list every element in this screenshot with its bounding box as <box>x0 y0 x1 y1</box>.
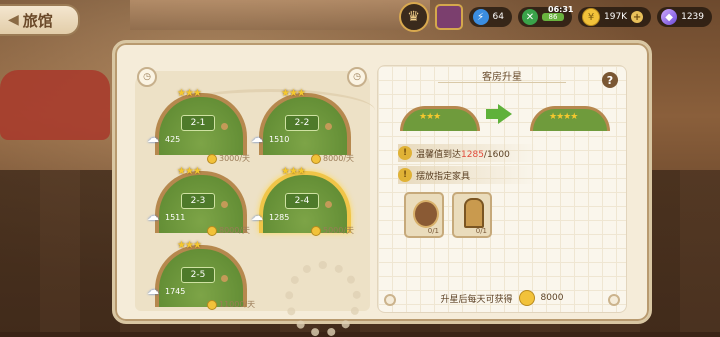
requirement-furniture: ! 摆放指定家具 <box>398 166 538 184</box>
clock-icon: ◷ <box>137 67 157 87</box>
title-divider <box>438 82 566 83</box>
back-arrow-icon: ◀ <box>8 12 19 28</box>
room-price-text: 3000/天 <box>219 154 251 163</box>
coin-icon <box>207 153 217 164</box>
upgrade-panel: 客房升星 ? ★★★ ★★★★ ! 温馨值到达1285/1600 ! 摆放指定家… <box>377 65 627 313</box>
arrow-right-icon <box>498 104 512 124</box>
trophy-furniture-icon <box>464 198 484 228</box>
furniture-slot-trophy[interactable]: 0/1 <box>452 192 492 238</box>
room-number: 2-3 <box>181 193 215 209</box>
help-button[interactable]: ? <box>602 72 618 88</box>
inn-panel: ◷ ◷ ★★★ 2-1 ☁ 425 3000/天 ★★★ 2-2 ☁ 1510 … <box>112 40 652 337</box>
furniture-count: 0/1 <box>427 227 439 235</box>
room-stars: ★★★ <box>281 166 306 177</box>
room-dot <box>221 275 228 282</box>
gem-value: 1239 <box>681 12 704 22</box>
energy-value: 64 <box>492 12 504 22</box>
background-shelf <box>130 0 430 30</box>
room-number: 2-2 <box>285 115 319 131</box>
food-stat[interactable]: 06:31 ✕ 86 <box>518 5 574 27</box>
furniture-slot-clock[interactable]: 0/1 <box>404 192 444 238</box>
clock-furniture-icon <box>413 200 439 228</box>
room-dot <box>221 123 228 130</box>
gold-stat[interactable]: ¥ 197K + <box>578 7 652 27</box>
background-sofa <box>0 70 110 140</box>
upgrade-title: 客房升星 <box>482 72 522 83</box>
req-warmth-text: 温馨值到达1285/1600 <box>416 149 510 160</box>
room-warmth: 1511 <box>165 213 186 222</box>
coin-icon <box>311 153 321 164</box>
next-star-badge: ★★★★ <box>530 106 610 131</box>
reward-value: 8000 <box>540 293 564 303</box>
rainbow-cloud-icon: ☁ <box>147 131 159 145</box>
room-warmth: 1285 <box>269 213 290 222</box>
room-list: ◷ ◷ ★★★ 2-1 ☁ 425 3000/天 ★★★ 2-2 ☁ 1510 … <box>135 67 375 337</box>
gold-value: 197K <box>604 12 628 22</box>
room-price: 5000/天 <box>311 225 354 236</box>
rainbow-cloud-icon: ☁ <box>147 209 159 223</box>
room-price-text: 5000/天 <box>323 226 355 235</box>
page-title: 旅馆 <box>22 11 53 30</box>
room-stars: ★★★ <box>281 88 306 99</box>
back-button[interactable]: ◀ 旅馆 <box>0 4 80 36</box>
rainbow-cloud-icon: ☁ <box>251 209 263 223</box>
coin-icon <box>311 225 321 236</box>
room-stars: ★★★ <box>177 166 202 177</box>
room-price-text: 8000/天 <box>323 154 355 163</box>
current-stars: ★★★ <box>419 112 441 122</box>
reward-label: 升星后每天可获得 <box>440 294 513 305</box>
fork-knife-icon: ✕ <box>522 9 538 25</box>
room-warmth: 1510 <box>269 135 290 144</box>
room-price: 8000/天 <box>311 153 354 164</box>
lightning-icon: ⚡ <box>472 9 489 25</box>
food-value: 86 <box>542 13 564 21</box>
arrow-right-icon-tail <box>486 109 498 119</box>
upgrade-reward: 升星后每天可获得 8000 <box>378 290 626 306</box>
gear-decoration <box>285 261 361 337</box>
coin-icon: ¥ <box>582 8 600 26</box>
requirement-warmth: ! 温馨值到达1285/1600 <box>398 144 538 162</box>
gem-stat[interactable]: ◆ 1239 <box>657 7 712 27</box>
room-number: 2-1 <box>181 115 215 131</box>
top-resource-bar: ♛ ⚡ 64 06:31 ✕ 86 ¥ 197K + ◆ 1239 <box>398 2 712 32</box>
clock-icon: ◷ <box>347 67 367 87</box>
room-stars: ★★★ <box>177 88 202 99</box>
energy-stat[interactable]: ⚡ 64 <box>468 7 512 27</box>
room-price: 3000/天 <box>207 153 250 164</box>
current-star-badge: ★★★ <box>400 106 480 131</box>
coin-icon <box>518 290 535 306</box>
add-gold-button[interactable]: + <box>631 11 644 23</box>
rainbow-cloud-icon: ☁ <box>147 283 159 297</box>
bulb-icon: ! <box>398 168 412 182</box>
room-price: 11000/天 <box>207 299 255 310</box>
time-display: 06:31 <box>548 5 574 14</box>
shop-bag-icon[interactable] <box>434 4 463 30</box>
room-dot <box>325 123 332 130</box>
furniture-count: 0/1 <box>475 227 487 235</box>
room-number: 2-4 <box>285 193 319 209</box>
room-price-text: 8000/天 <box>219 226 251 235</box>
coin-icon <box>207 299 217 310</box>
room-warmth: 1745 <box>165 287 186 296</box>
coin-icon <box>207 225 217 236</box>
gem-icon: ◆ <box>661 9 678 25</box>
room-warmth: 425 <box>165 135 181 144</box>
next-stars: ★★★★ <box>549 112 578 122</box>
room-dot <box>221 201 228 208</box>
room-price: 8000/天 <box>207 225 250 236</box>
player-avatar[interactable]: ♛ <box>398 2 429 32</box>
room-stars: ★★★ <box>177 240 202 251</box>
room-number: 2-5 <box>181 267 215 283</box>
bulb-icon: ! <box>398 146 412 160</box>
room-dot <box>325 201 332 208</box>
req-furniture-text: 摆放指定家具 <box>416 171 471 182</box>
rainbow-cloud-icon: ☁ <box>251 131 263 145</box>
room-price-text: 11000/天 <box>219 300 256 309</box>
